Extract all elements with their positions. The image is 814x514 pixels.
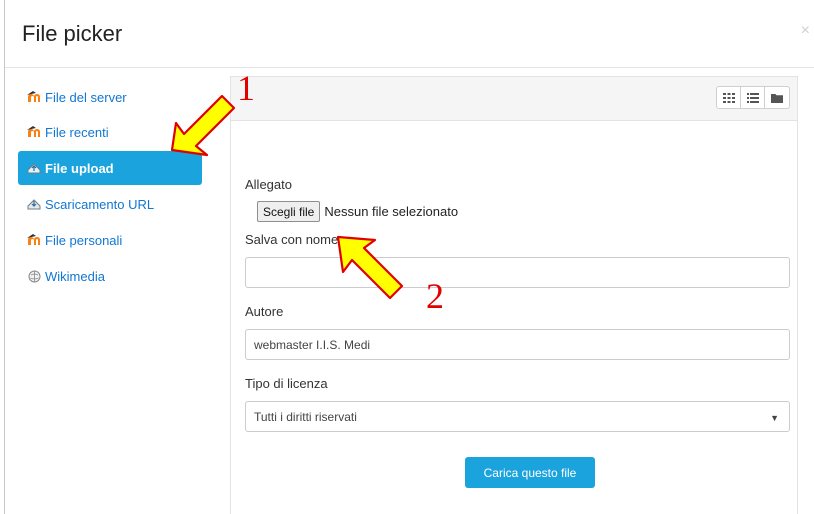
- dialog-header: File picker ×: [5, 0, 814, 68]
- file-chooser: Scegli file Nessun file selezionato: [245, 201, 790, 222]
- sidebar-item-label: File personali: [45, 232, 123, 248]
- repository-sidebar: File del server File recenti File upload…: [18, 80, 202, 294]
- close-icon[interactable]: ×: [801, 22, 810, 40]
- folder-view-icon[interactable]: [765, 87, 789, 108]
- author-input[interactable]: webmaster I.I.S. Medi: [245, 329, 790, 360]
- sidebar-item-label: File recenti: [45, 124, 109, 140]
- sidebar-item-scaricamento-url[interactable]: Scaricamento URL: [18, 186, 202, 222]
- annotation-number-2: 2: [426, 276, 444, 316]
- sidebar-item-label: Wikimedia: [45, 268, 105, 284]
- sidebar-item-label: File upload: [45, 160, 114, 176]
- upload-icon: [27, 161, 41, 175]
- sidebar-item-file-recenti[interactable]: File recenti: [18, 114, 202, 150]
- saveas-label: Salva con nome: [245, 232, 339, 247]
- annotation-number-1: 1: [237, 68, 255, 108]
- sidebar-item-file-upload[interactable]: File upload: [18, 151, 202, 185]
- upload-panel: Allegato Scegli file Nessun file selezio…: [230, 76, 798, 514]
- license-label: Tipo di licenza: [245, 376, 328, 391]
- choose-file-button[interactable]: Scegli file: [257, 201, 321, 222]
- panel-toolbar: [231, 77, 797, 121]
- sidebar-item-file-del-server[interactable]: File del server: [18, 80, 202, 114]
- moodle-icon: [27, 125, 41, 139]
- no-file-text: Nessun file selezionato: [324, 204, 459, 219]
- wikimedia-icon: [27, 269, 41, 283]
- list-view-icon[interactable]: [741, 87, 765, 108]
- license-select[interactable]: Tutti i diritti riservati ▼: [245, 401, 790, 432]
- attachment-label: Allegato: [245, 177, 292, 192]
- author-label: Autore: [245, 304, 284, 319]
- sidebar-item-file-personali[interactable]: File personali: [18, 222, 202, 258]
- license-value: Tutti i diritti riservati: [254, 409, 357, 424]
- sidebar-item-wikimedia[interactable]: Wikimedia: [18, 258, 202, 294]
- moodle-icon: [27, 233, 41, 247]
- sidebar-item-label: Scaricamento URL: [45, 196, 155, 212]
- upload-file-button[interactable]: Carica questo file: [465, 457, 595, 488]
- grid-view-icon[interactable]: [717, 87, 741, 108]
- sidebar-item-label: File del server: [45, 89, 127, 105]
- dialog-title: File picker: [22, 21, 123, 46]
- moodle-icon: [27, 90, 41, 104]
- upload-form: Allegato Scegli file Nessun file selezio…: [245, 177, 790, 488]
- chevron-down-icon: ▼: [770, 413, 779, 423]
- download-url-icon: [27, 197, 41, 211]
- view-switcher: [716, 86, 790, 109]
- saveas-input[interactable]: [245, 257, 790, 288]
